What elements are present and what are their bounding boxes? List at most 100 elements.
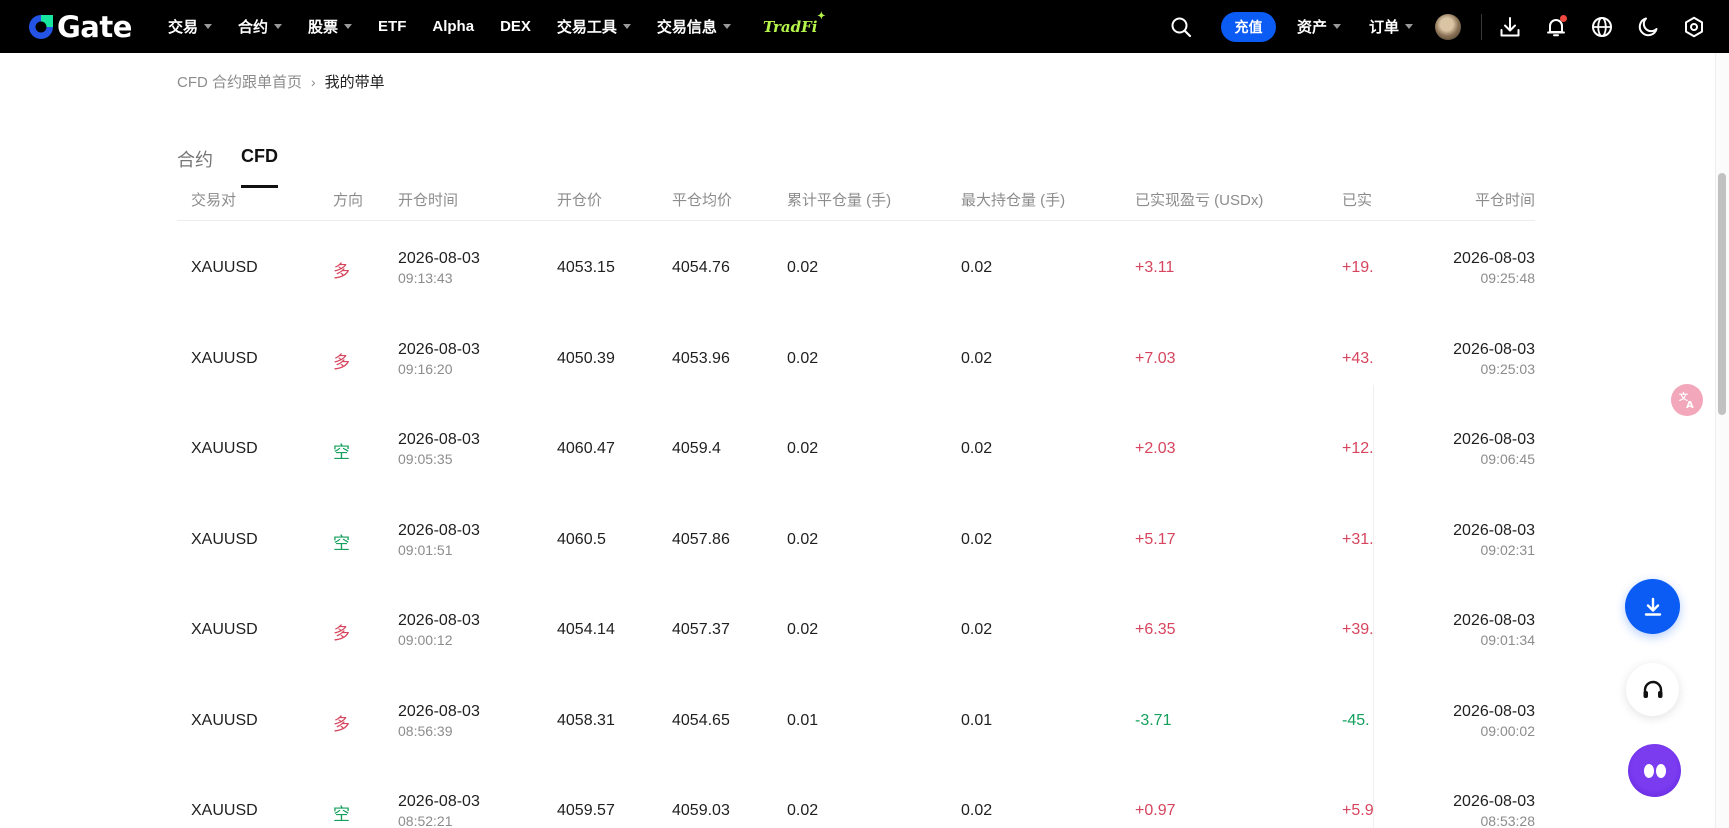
app-download-button[interactable] xyxy=(1625,579,1680,634)
nav-item-label: Alpha xyxy=(432,18,475,35)
table-row[interactable]: XAUUSD 多 2026-08-03 09:16:20 4050.39 405… xyxy=(177,312,1535,403)
customer-support-button[interactable] xyxy=(1626,663,1679,716)
nav-item-futures[interactable]: 合约 xyxy=(238,16,283,37)
max-qty-cell: 0.02 xyxy=(961,802,993,819)
close-time-cell: 2026-08-03 09:02:31 xyxy=(1453,521,1535,560)
tab-contract[interactable]: 合约 xyxy=(177,146,213,188)
nav-item-trading-tools[interactable]: 交易工具 xyxy=(557,16,631,37)
search-icon[interactable] xyxy=(1169,15,1193,39)
nav-item-trade[interactable]: 交易 xyxy=(168,16,213,37)
breadcrumb-current: 我的带单 xyxy=(324,74,385,91)
breadcrumb-parent-link[interactable]: CFD 合约跟单首页 xyxy=(177,71,302,92)
gate-logo-mark-icon xyxy=(26,12,56,42)
header-close-avg: 平仓均价 xyxy=(672,192,733,209)
pnl-cell: +2.03 xyxy=(1135,440,1176,457)
pnl-pct-cell: -45. xyxy=(1342,711,1370,729)
nav-item-label: 交易 xyxy=(168,19,199,36)
nav-item-trading-info[interactable]: 交易信息 xyxy=(657,16,731,37)
nav-item-label: ETF xyxy=(378,18,407,35)
ai-assistant-button[interactable] xyxy=(1628,744,1681,797)
nav-item-dex[interactable]: DEX xyxy=(500,18,531,35)
header-pair: 交易对 xyxy=(191,192,237,209)
pair-cell: XAUUSD xyxy=(191,259,258,276)
pair-cell: XAUUSD xyxy=(191,440,258,457)
pnl-cell: +3.11 xyxy=(1135,259,1175,276)
orders-menu[interactable]: 订单 xyxy=(1369,16,1413,37)
deposit-button[interactable]: 充值 xyxy=(1220,11,1276,42)
side-cell: 多 xyxy=(333,352,350,372)
header-open-price: 开仓价 xyxy=(557,192,603,209)
download-icon[interactable] xyxy=(1498,15,1522,39)
table-row[interactable]: XAUUSD 空 2026-08-03 09:05:35 4060.47 405… xyxy=(177,402,1535,493)
globe-icon[interactable] xyxy=(1590,15,1614,39)
open-price-cell: 4058.31 xyxy=(557,711,615,729)
close-clock: 09:25:48 xyxy=(1480,270,1536,286)
open-time-cell: 2026-08-03 09:16:20 xyxy=(398,340,480,379)
open-date: 2026-08-03 xyxy=(398,521,480,539)
caret-down-icon xyxy=(622,24,631,29)
max-qty-cell: 0.02 xyxy=(961,621,993,638)
assets-menu[interactable]: 资产 xyxy=(1297,16,1341,37)
open-clock: 09:13:43 xyxy=(398,270,453,286)
close-avg-cell: 4059.03 xyxy=(672,802,730,819)
close-time-cell: 2026-08-03 09:25:03 xyxy=(1453,340,1535,379)
caret-down-icon xyxy=(1332,24,1341,29)
open-date: 2026-08-03 xyxy=(398,250,480,267)
table-row[interactable]: XAUUSD 空 2026-08-03 08:52:21 4059.57 405… xyxy=(177,764,1535,828)
open-date: 2026-08-03 xyxy=(398,340,480,358)
open-time-cell: 2026-08-03 09:13:43 xyxy=(398,249,480,288)
scrollbar-thumb[interactable] xyxy=(1718,173,1726,415)
nav-item-tradfi[interactable]: TradFi ✦ xyxy=(763,11,826,36)
open-date: 2026-08-03 xyxy=(398,793,480,810)
translate-icon[interactable]: 文A xyxy=(1671,384,1703,416)
moon-icon[interactable] xyxy=(1636,15,1660,39)
top-nav: Gate 交易 合约 股票 ETF Alpha DEX 交易工具 交易信息 Tr… xyxy=(0,0,1729,53)
pnl-pct-cell: +39. xyxy=(1342,621,1374,638)
table-row[interactable]: XAUUSD 多 2026-08-03 08:56:39 4058.31 405… xyxy=(177,674,1535,765)
hexagon-settings-icon[interactable] xyxy=(1682,15,1706,39)
tab-cfd[interactable]: CFD xyxy=(241,146,278,188)
close-date: 2026-08-03 xyxy=(1453,250,1535,267)
pnl-pct-cell: +31. xyxy=(1342,530,1374,548)
pnl-pct-cell: +19. xyxy=(1342,259,1374,276)
gate-logo[interactable]: Gate xyxy=(26,10,132,44)
open-date: 2026-08-03 xyxy=(398,612,480,629)
max-qty-cell: 0.02 xyxy=(961,440,993,457)
nav-divider xyxy=(1481,13,1482,40)
table-row[interactable]: XAUUSD 多 2026-08-03 09:00:12 4054.14 405… xyxy=(177,583,1535,674)
close-clock: 09:01:34 xyxy=(1480,632,1536,648)
side-cell: 空 xyxy=(333,805,350,824)
open-clock: 09:01:51 xyxy=(398,541,453,558)
nav-item-etf[interactable]: ETF xyxy=(378,18,406,35)
closed-qty-cell: 0.02 xyxy=(787,621,819,638)
header-open-time: 开仓时间 xyxy=(398,192,459,209)
pnl-pct-cell: +5.9 xyxy=(1342,802,1374,819)
close-date: 2026-08-03 xyxy=(1453,340,1535,358)
orders-label: 订单 xyxy=(1368,19,1399,36)
pnl-pct-cell: +12. xyxy=(1342,440,1374,457)
pnl-cell: +6.35 xyxy=(1135,621,1176,638)
pnl-cell: +5.17 xyxy=(1135,530,1176,548)
bell-icon[interactable] xyxy=(1544,14,1568,39)
table-row[interactable]: XAUUSD 空 2026-08-03 09:01:51 4060.5 4057… xyxy=(177,493,1535,584)
header-pnl-pct-truncated: 已实 xyxy=(1342,192,1373,209)
page-scrollbar[interactable] xyxy=(1715,53,1729,828)
close-date: 2026-08-03 xyxy=(1453,612,1535,629)
nav-item-label: DEX xyxy=(500,18,531,35)
avatar[interactable] xyxy=(1435,13,1461,40)
caret-down-icon xyxy=(274,24,283,29)
close-date: 2026-08-03 xyxy=(1453,793,1535,810)
main-menu: 交易 合约 股票 ETF Alpha DEX 交易工具 交易信息 TradFi ✦ xyxy=(168,0,843,53)
close-time-cell: 2026-08-03 09:01:34 xyxy=(1453,611,1535,650)
assets-label: 资产 xyxy=(1296,19,1327,36)
nav-item-alpha[interactable]: Alpha xyxy=(432,18,474,35)
close-date: 2026-08-03 xyxy=(1453,702,1535,720)
lead-orders-table: 交易对 方向 开仓时间 开仓价 平仓均价 累计平仓量 (手) 最大持仓量 (手)… xyxy=(177,186,1535,828)
nav-item-label: 交易信息 xyxy=(656,19,717,36)
tab-bar: 合约 CFD xyxy=(177,146,306,188)
nav-item-stocks[interactable]: 股票 xyxy=(308,16,353,37)
table-row[interactable]: XAUUSD 多 2026-08-03 09:13:43 4053.15 405… xyxy=(177,221,1535,312)
table-body: XAUUSD 多 2026-08-03 09:13:43 4053.15 405… xyxy=(177,221,1535,828)
open-time-cell: 2026-08-03 09:00:12 xyxy=(398,611,480,650)
closed-qty-cell: 0.01 xyxy=(787,711,819,729)
